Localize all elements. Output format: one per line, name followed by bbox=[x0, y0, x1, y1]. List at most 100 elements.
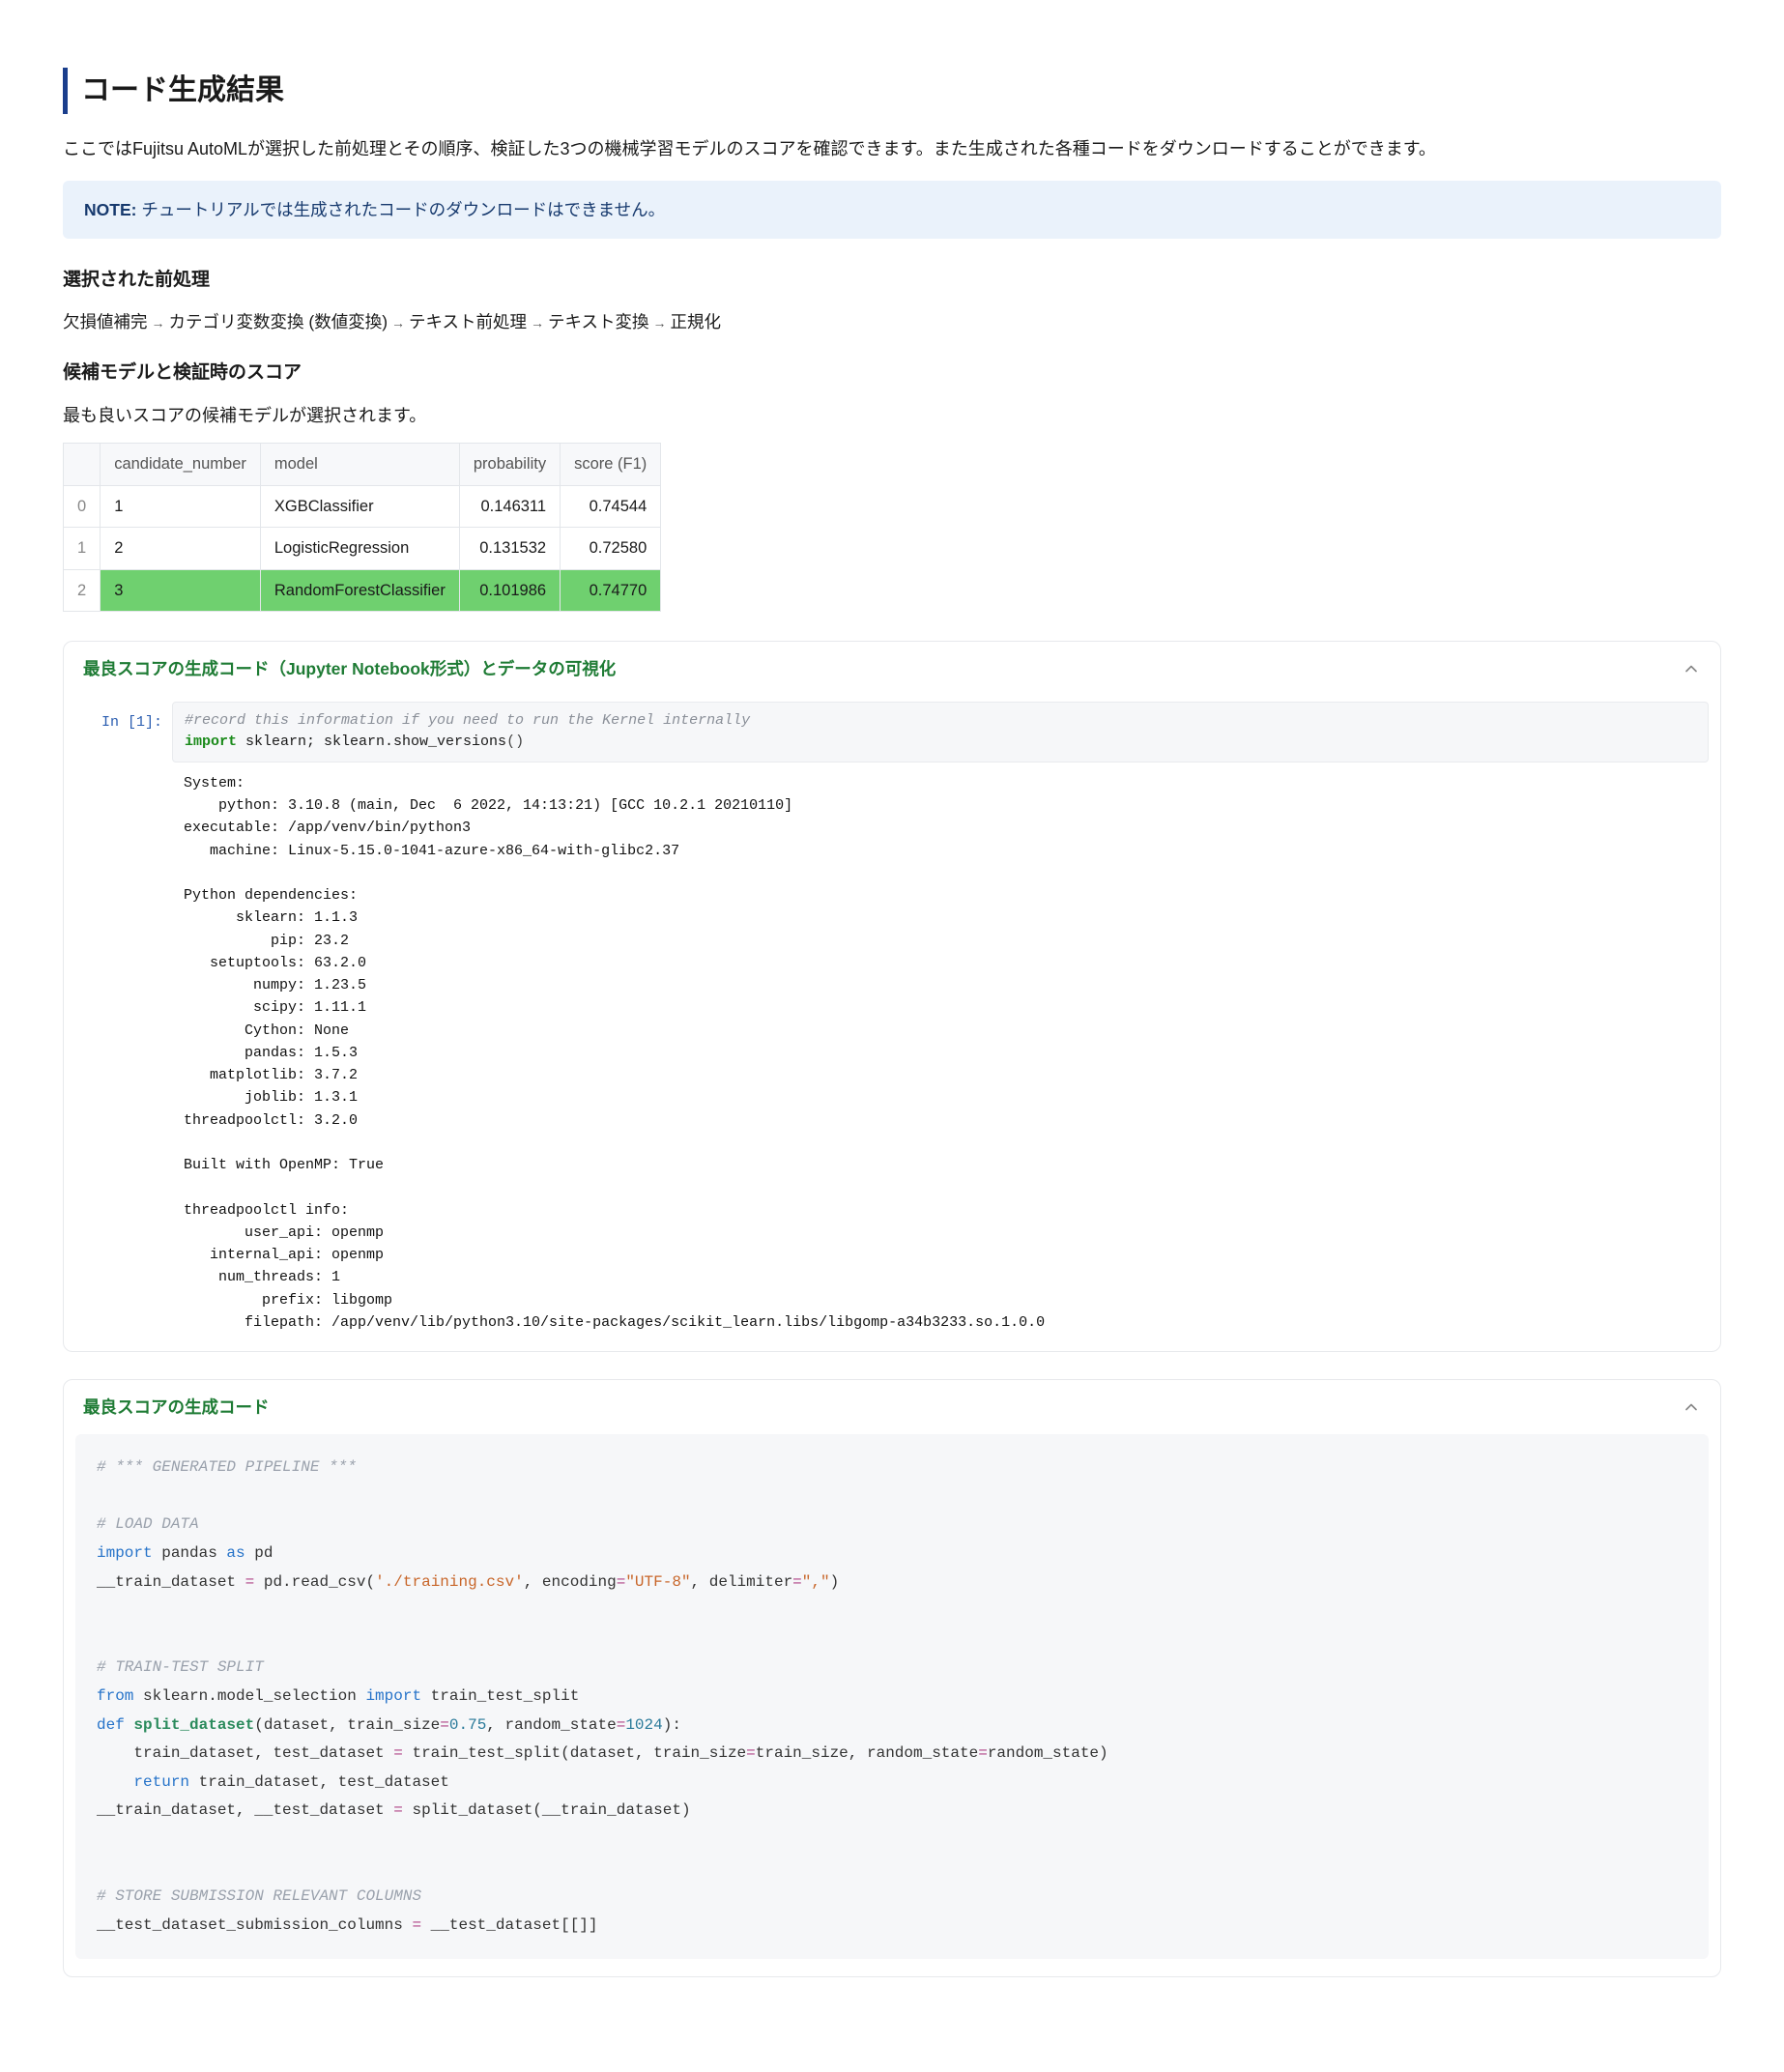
jupyter-cell: In [1]: #record this information if you … bbox=[75, 702, 1709, 763]
code-punct: . bbox=[208, 1687, 217, 1705]
code-text: random_state bbox=[988, 1744, 1099, 1762]
table-row: 1 2 LogisticRegression 0.131532 0.72580 bbox=[64, 528, 661, 569]
col-header: candidate_number bbox=[101, 444, 261, 485]
code-punct: ) bbox=[830, 1573, 840, 1591]
code-punct: ) bbox=[1099, 1744, 1108, 1762]
cell: 0.72580 bbox=[561, 528, 661, 569]
code-text: train_dataset bbox=[97, 1744, 254, 1762]
note-box: NOTE: チュートリアルでは生成されたコードのダウンロードはできません。 bbox=[63, 181, 1721, 239]
accordion-header[interactable]: 最良スコアの生成コード bbox=[64, 1380, 1720, 1434]
cell: 2 bbox=[101, 528, 261, 569]
code-punct: ( bbox=[561, 1744, 570, 1762]
code-text: pd bbox=[245, 1544, 273, 1562]
cell: 0.74770 bbox=[561, 569, 661, 611]
code-fn: split_dataset bbox=[125, 1716, 254, 1734]
code-text: , random_state bbox=[486, 1716, 616, 1734]
row-idx: 0 bbox=[64, 485, 101, 527]
cell: XGBClassifier bbox=[260, 485, 459, 527]
code-text: __train_dataset bbox=[97, 1801, 236, 1819]
code-text: sklearn bbox=[133, 1687, 208, 1705]
cell: RandomForestClassifier bbox=[260, 569, 459, 611]
code-comment: # TRAIN-TEST SPLIT bbox=[97, 1658, 264, 1676]
jupyter-output: System: python: 3.10.8 (main, Dec 6 2022… bbox=[172, 766, 1709, 1334]
cell: 3 bbox=[101, 569, 261, 611]
code-kw: return bbox=[97, 1773, 189, 1791]
code-op: = bbox=[617, 1573, 626, 1591]
code-op: = bbox=[617, 1716, 626, 1734]
code-kw: as bbox=[226, 1544, 245, 1562]
code-kw: import bbox=[97, 1544, 153, 1562]
preproc-heading: 選択された前処理 bbox=[63, 266, 1721, 295]
code-comment: # STORE SUBMISSION RELEVANT COLUMNS bbox=[97, 1887, 421, 1905]
code-text: read_csv bbox=[292, 1573, 366, 1591]
code-punct: () bbox=[506, 734, 524, 750]
chevron-up-icon bbox=[1682, 1397, 1701, 1417]
col-header: score (F1) bbox=[561, 444, 661, 485]
chevron-up-icon bbox=[1682, 659, 1701, 678]
code-text: pd bbox=[254, 1573, 282, 1591]
code-text: train_test_split bbox=[421, 1687, 579, 1705]
code-op: = bbox=[746, 1744, 756, 1762]
code-punct: ( bbox=[532, 1801, 542, 1819]
row-idx: 1 bbox=[64, 528, 101, 569]
cell: 0.146311 bbox=[459, 485, 560, 527]
models-table: candidate_number model probability score… bbox=[63, 443, 661, 612]
code-op: = bbox=[792, 1573, 802, 1591]
code-text: , delimiter bbox=[691, 1573, 793, 1591]
col-header: model bbox=[260, 444, 459, 485]
code-op: = bbox=[978, 1744, 988, 1762]
code-op: = bbox=[245, 1573, 255, 1591]
code-text: train_test_split bbox=[403, 1744, 561, 1762]
code-text: , test_dataset bbox=[319, 1773, 448, 1791]
accordion-title: 最良スコアの生成コード bbox=[83, 1394, 270, 1421]
code-kw: from bbox=[97, 1687, 133, 1705]
code-str: "," bbox=[802, 1573, 830, 1591]
note-label: NOTE: bbox=[84, 200, 136, 219]
code-text: dataset bbox=[264, 1716, 329, 1734]
page-title: コード生成結果 bbox=[63, 68, 1721, 114]
cell: 0.101986 bbox=[459, 569, 560, 611]
code-punct: . bbox=[282, 1573, 292, 1591]
code-text: train_dataset bbox=[189, 1773, 319, 1791]
code-str: './training.csv' bbox=[375, 1573, 524, 1591]
preproc-pipeline: 欠損値補完→カテゴリ変数変換 (数値変換)→テキスト前処理→テキスト変換→正規化 bbox=[63, 308, 1721, 335]
preproc-step: 正規化 bbox=[671, 312, 722, 331]
code-text: , train_size bbox=[635, 1744, 746, 1762]
code-punct: ( bbox=[365, 1573, 375, 1591]
preproc-step: 欠損値補完 bbox=[63, 312, 148, 331]
cell: 0.131532 bbox=[459, 528, 560, 569]
arrow-icon: → bbox=[531, 315, 544, 331]
col-header-idx bbox=[64, 444, 101, 485]
code-text: , test_dataset bbox=[254, 1744, 393, 1762]
intro-text: ここではFujitsu AutoMLが選択した前処理とその順序、検証した3つの機… bbox=[63, 135, 1721, 163]
cell: 1 bbox=[101, 485, 261, 527]
code-text: , encoding bbox=[524, 1573, 617, 1591]
code-punct: ( bbox=[254, 1716, 264, 1734]
cell: LogisticRegression bbox=[260, 528, 459, 569]
accordion-title: 最良スコアの生成コード（Jupyter Notebook形式）とデータの可視化 bbox=[83, 655, 616, 682]
code-text: model_selection bbox=[217, 1687, 366, 1705]
preproc-step: テキスト変換 bbox=[548, 312, 648, 331]
code-kw: def bbox=[97, 1716, 125, 1734]
code-text: pandas bbox=[153, 1544, 227, 1562]
code-text: train_size bbox=[756, 1744, 849, 1762]
code-comment: # LOAD DATA bbox=[97, 1515, 199, 1533]
preproc-step: テキスト前処理 bbox=[409, 312, 527, 331]
code-text: __train_dataset bbox=[97, 1573, 245, 1591]
code-text: split_dataset bbox=[403, 1801, 532, 1819]
code-comment: #record this information if you need to … bbox=[185, 712, 750, 729]
cell: 0.74544 bbox=[561, 485, 661, 527]
jupyter-prompt: In [1]: bbox=[75, 702, 162, 734]
code-punct: [[]] bbox=[561, 1916, 597, 1934]
code-num: 1024 bbox=[625, 1716, 662, 1734]
table-row: 0 1 XGBClassifier 0.146311 0.74544 bbox=[64, 485, 661, 527]
accordion-code: 最良スコアの生成コード # *** GENERATED PIPELINE ***… bbox=[63, 1379, 1721, 1977]
jupyter-code: #record this information if you need to … bbox=[172, 702, 1709, 763]
code-op: = bbox=[393, 1801, 403, 1819]
models-caption: 最も良いスコアの候補モデルが選択されます。 bbox=[63, 402, 1721, 430]
arrow-icon: → bbox=[152, 315, 165, 331]
arrow-icon: → bbox=[653, 315, 667, 331]
table-row-selected: 2 3 RandomForestClassifier 0.101986 0.74… bbox=[64, 569, 661, 611]
code-kw: import bbox=[365, 1687, 421, 1705]
accordion-header[interactable]: 最良スコアの生成コード（Jupyter Notebook形式）とデータの可視化 bbox=[64, 642, 1720, 696]
